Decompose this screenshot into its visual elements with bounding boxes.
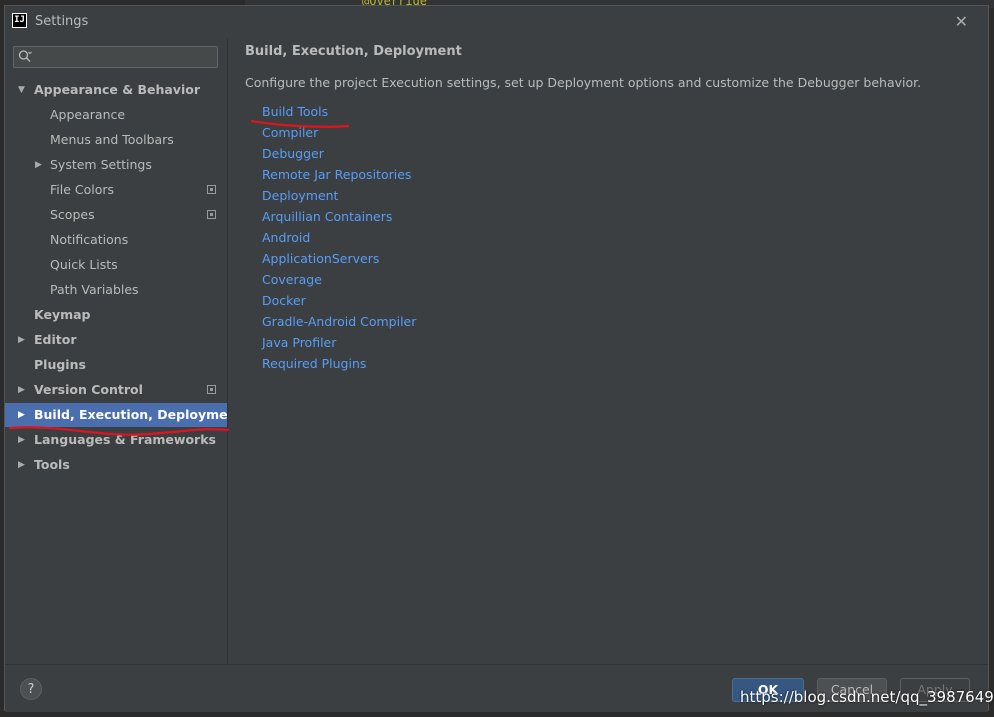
tree-item-label: Menus and Toolbars: [50, 132, 174, 147]
link-compiler[interactable]: Compiler: [262, 125, 318, 140]
tree-item-plugins[interactable]: Plugins: [5, 353, 227, 377]
tree-item-label: Notifications: [50, 232, 129, 247]
link-coverage[interactable]: Coverage: [262, 272, 322, 287]
tree-item-label: Scopes: [50, 207, 95, 222]
link-java-profiler[interactable]: Java Profiler: [262, 335, 336, 350]
tree-item-quick-lists[interactable]: Quick Lists: [5, 253, 227, 277]
tree-item-label: Tools: [34, 457, 70, 472]
tree-item-keymap[interactable]: Keymap: [5, 303, 227, 327]
tree-item-path-variables[interactable]: Path Variables: [5, 278, 227, 302]
link-arquillian-containers[interactable]: Arquillian Containers: [262, 209, 392, 224]
link-docker[interactable]: Docker: [262, 293, 306, 308]
tree-item-label: Appearance & Behavior: [34, 82, 200, 97]
settings-tree: ▼ Appearance & Behavior Appearance Menus…: [5, 38, 242, 664]
tree-item-label: System Settings: [50, 157, 152, 172]
collapsed-arrow-icon[interactable]: ▶: [18, 378, 25, 402]
tree-item-label: Editor: [34, 332, 77, 347]
tree-item-label: Quick Lists: [50, 257, 118, 272]
project-level-icon: [207, 385, 216, 394]
tree-item-editor[interactable]: ▶ Editor: [5, 328, 227, 352]
tree-item-label: Plugins: [34, 357, 86, 372]
tree-item-version-control[interactable]: ▶ Version Control: [5, 378, 227, 402]
help-button[interactable]: ?: [20, 678, 42, 700]
tree-item-appearance-behavior[interactable]: ▼ Appearance & Behavior: [5, 78, 227, 102]
tree-item-label: Version Control: [34, 382, 143, 397]
link-required-plugins[interactable]: Required Plugins: [262, 356, 366, 371]
dialog-title: Settings: [35, 14, 89, 29]
tree-item-scopes[interactable]: Scopes: [5, 203, 227, 227]
collapsed-arrow-icon[interactable]: ▶: [35, 153, 42, 177]
close-icon[interactable]: ✕: [955, 12, 968, 31]
project-level-icon: [207, 185, 216, 194]
search-icon: [18, 49, 32, 66]
expanded-arrow-icon[interactable]: ▼: [18, 78, 25, 102]
collapsed-arrow-icon[interactable]: ▶: [18, 428, 25, 452]
tree-item-label: File Colors: [50, 182, 115, 197]
settings-content-panel: Build, Execution, Deployment Configure t…: [227, 38, 988, 664]
intellij-logo-icon: IJ: [12, 13, 27, 28]
tree-item-appearance[interactable]: Appearance: [5, 103, 227, 127]
tree-item-label: Keymap: [34, 307, 91, 322]
search-input[interactable]: [34, 48, 218, 68]
link-gradle-android-compiler[interactable]: Gradle-Android Compiler: [262, 314, 416, 329]
tree-item-label: Languages & Frameworks: [34, 432, 216, 447]
tree-item-system-settings[interactable]: ▶ System Settings: [5, 153, 227, 177]
tree-item-file-colors[interactable]: File Colors: [5, 178, 227, 202]
tree-item-notifications[interactable]: Notifications: [5, 228, 227, 252]
tree-item-languages-frameworks[interactable]: ▶ Languages & Frameworks: [5, 428, 227, 452]
tree-item-tools[interactable]: ▶ Tools: [5, 453, 227, 477]
page-title: Build, Execution, Deployment: [245, 44, 462, 59]
settings-dialog: IJ Settings ✕ ▼ Appearance & Behavior Ap…: [4, 5, 989, 712]
search-box[interactable]: [13, 46, 218, 68]
link-application-servers[interactable]: ApplicationServers: [262, 251, 379, 266]
collapsed-arrow-icon[interactable]: ▶: [18, 328, 25, 352]
collapsed-arrow-icon[interactable]: ▶: [18, 453, 25, 477]
tree-item-build-execution-deployment[interactable]: ▶ Build, Execution, Deployment: [5, 403, 242, 427]
tree-item-menus-toolbars[interactable]: Menus and Toolbars: [5, 128, 227, 152]
collapsed-arrow-icon[interactable]: ▶: [18, 403, 25, 427]
tree-item-label: Appearance: [50, 107, 126, 122]
page-description: Configure the project Execution settings…: [245, 75, 922, 90]
link-deployment[interactable]: Deployment: [262, 188, 338, 203]
link-debugger[interactable]: Debugger: [262, 146, 324, 161]
link-build-tools[interactable]: Build Tools: [262, 104, 328, 119]
tree-item-label: Path Variables: [50, 282, 139, 297]
project-level-icon: [207, 210, 216, 219]
link-remote-jar-repositories[interactable]: Remote Jar Repositories: [262, 167, 411, 182]
watermark-url: https://blog.csdn.net/qq_39876492: [740, 688, 994, 706]
title-bar: IJ Settings ✕: [5, 6, 988, 38]
tree-item-label: Build, Execution, Deployment: [34, 407, 243, 422]
link-android[interactable]: Android: [262, 230, 310, 245]
